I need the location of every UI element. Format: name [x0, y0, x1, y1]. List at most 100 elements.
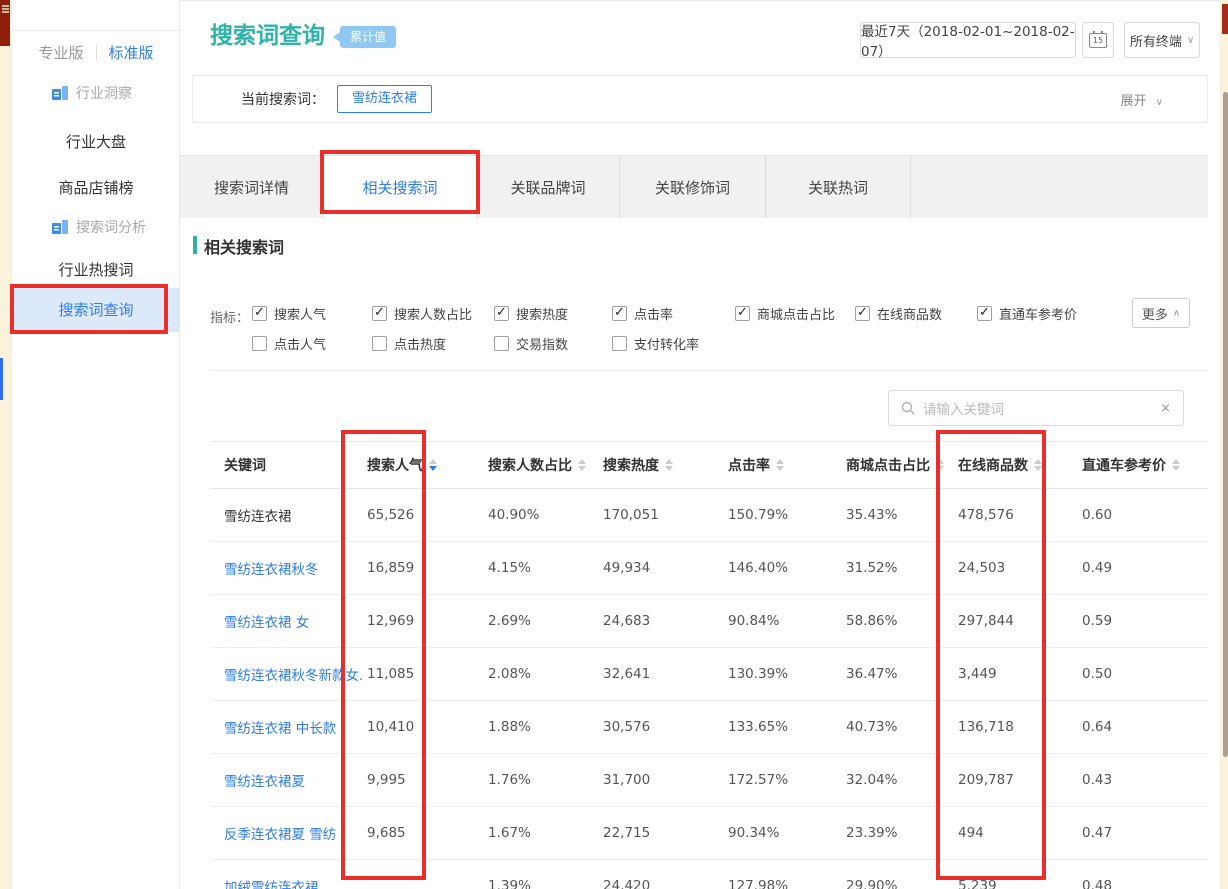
- sidebar-item-industry-hot-search[interactable]: 行业热搜词: [12, 259, 180, 280]
- keyword-link[interactable]: 反季连衣裙夏 雪纺: [224, 827, 336, 843]
- sort-arrows-icon[interactable]: [936, 459, 944, 471]
- version-tab-pro[interactable]: 专业版: [38, 42, 83, 63]
- metric-checkbox-ztc-reference-price[interactable]: ✓ 直通车参考价: [977, 304, 1077, 323]
- metric-checkbox-trade-index[interactable]: 交易指数: [494, 334, 568, 353]
- keyword-text: 雪纺连衣裙: [224, 509, 292, 525]
- cell-search-heat: 32,641: [600, 666, 725, 682]
- cell-click-rate: 90.34%: [725, 825, 843, 841]
- checkbox-unchecked-icon[interactable]: [494, 336, 509, 351]
- keyword-search-input[interactable]: 请输入关键词 ×: [888, 390, 1184, 426]
- left-red-corner: [0, 0, 10, 46]
- tab-related-brand-terms[interactable]: 关联品牌词: [477, 156, 620, 218]
- keyword-link[interactable]: 雪纺连衣裙秋冬: [224, 562, 319, 578]
- current-term-chip[interactable]: 雪纺连衣裙: [337, 85, 432, 113]
- column-header-online-products[interactable]: 在线商品数: [955, 455, 1079, 475]
- sidebar-group-industry-insight[interactable]: 行业洞察: [52, 83, 132, 103]
- column-header-keyword: 关键词: [210, 455, 364, 475]
- cell-search-popularity: 9,995: [364, 772, 485, 788]
- cell-mall-click-ratio: 35.43%: [843, 507, 955, 523]
- cell-online-products: 494: [955, 825, 1079, 841]
- checkbox-checked-icon[interactable]: ✓: [612, 306, 627, 321]
- version-tab-standard[interactable]: 标准版: [109, 42, 154, 63]
- chevron-up-icon: ∧: [1173, 308, 1180, 319]
- section-accent-bar: [193, 236, 197, 254]
- keyword-link[interactable]: 雪纺连衣裙 女: [224, 615, 309, 631]
- column-header-search-popularity[interactable]: 搜索人气: [364, 455, 485, 475]
- metric-checkbox-searcher-ratio[interactable]: ✓ 搜索人数占比: [372, 304, 472, 323]
- checkbox-unchecked-icon[interactable]: [372, 336, 387, 351]
- cell-mall-click-ratio: 36.47%: [843, 666, 955, 682]
- terminal-select[interactable]: 所有终端 ∨: [1124, 22, 1200, 58]
- version-switcher: 专业版 标准版: [12, 42, 180, 63]
- column-header-mall-click-ratio[interactable]: 商城点击占比: [843, 455, 955, 475]
- checkbox-checked-icon[interactable]: ✓: [252, 306, 267, 321]
- metric-checkbox-online-products[interactable]: ✓ 在线商品数: [855, 304, 942, 323]
- metric-checkbox-click-popularity[interactable]: 点击人气: [252, 334, 326, 353]
- metric-checkbox-click-heat[interactable]: 点击热度: [372, 334, 446, 353]
- cell-searcher-ratio: 2.69%: [485, 613, 600, 629]
- tab-related-modifier-terms[interactable]: 关联修饰词: [620, 156, 766, 218]
- checkbox-checked-icon[interactable]: ✓: [735, 306, 750, 321]
- sidebar-item-product-shop-rank[interactable]: 商品店铺榜: [12, 177, 180, 198]
- metric-checkbox-mall-click-ratio[interactable]: ✓ 商城点击占比: [735, 304, 835, 323]
- sidebar-item-industry-market[interactable]: 行业大盘: [12, 131, 180, 152]
- checkbox-unchecked-icon[interactable]: [252, 336, 267, 351]
- sidebar-group-search-analysis[interactable]: 搜索词分析: [52, 217, 146, 237]
- sort-arrows-icon[interactable]: [776, 459, 784, 471]
- cell-search-popularity: 12,969: [364, 613, 485, 629]
- checkbox-checked-icon[interactable]: ✓: [977, 306, 992, 321]
- column-header-click-rate[interactable]: 点击率: [725, 455, 843, 475]
- keyword-link[interactable]: 雪纺连衣裙 中长款: [224, 721, 336, 737]
- expand-link[interactable]: 展开 ∨: [1121, 90, 1163, 109]
- sidebar-item-search-term-query[interactable]: 搜索词查询: [12, 288, 180, 332]
- more-button[interactable]: 更多 ∧: [1132, 298, 1190, 328]
- cell-online-products: 24,503: [955, 560, 1079, 576]
- cell-search-popularity: 10,410: [364, 719, 485, 735]
- table-row: 雪纺连衣裙夏 9,995 1.76% 31,700 172.57% 32.04%…: [210, 754, 1208, 807]
- sort-arrows-icon[interactable]: [578, 459, 586, 471]
- vertical-scrollbar[interactable]: [1223, 92, 1228, 757]
- cell-ztc-reference-price: 0.59: [1079, 613, 1208, 629]
- date-range-picker[interactable]: 最近7天（2018-02-01~2018-02-07）: [860, 22, 1076, 58]
- checkbox-unchecked-icon[interactable]: [612, 336, 627, 351]
- calendar-button[interactable]: 15: [1082, 22, 1114, 58]
- hamburger-menu-icon[interactable]: [2, 5, 9, 7]
- metric-checkbox-search-heat[interactable]: ✓ 搜索热度: [494, 304, 568, 323]
- tab-search-term-detail[interactable]: 搜索词详情: [180, 156, 324, 218]
- cell-search-heat: 170,051: [600, 507, 725, 523]
- column-header-searcher-ratio[interactable]: 搜索人数占比: [485, 455, 600, 475]
- cell-searcher-ratio: 4.15%: [485, 560, 600, 576]
- keyword-link[interactable]: 雪纺连衣裙秋冬新款女...: [224, 668, 364, 684]
- table-row: 反季连衣裙夏 雪纺 9,685 1.67% 22,715 90.34% 23.3…: [210, 807, 1208, 860]
- cell-search-heat: 30,576: [600, 719, 725, 735]
- keyword-link[interactable]: 雪纺连衣裙夏: [224, 774, 305, 790]
- metric-checkbox-click-rate[interactable]: ✓ 点击率: [612, 304, 673, 323]
- keyword-link[interactable]: 加绒雪纺连衣裙: [224, 880, 319, 889]
- sort-arrows-icon[interactable]: [665, 459, 673, 471]
- tab-related-hot-terms[interactable]: 关联热词: [766, 156, 911, 218]
- checkbox-checked-icon[interactable]: ✓: [855, 306, 870, 321]
- metric-checkbox-payment-conversion[interactable]: 支付转化率: [612, 334, 699, 353]
- clear-icon[interactable]: ×: [1160, 401, 1171, 416]
- sort-arrows-icon[interactable]: [429, 459, 437, 471]
- cell-search-popularity: 65,526: [364, 507, 485, 523]
- checkbox-checked-icon[interactable]: ✓: [494, 306, 509, 321]
- table-row: 雪纺连衣裙秋冬新款女... 11,085 2.08% 32,641 130.39…: [210, 648, 1208, 701]
- tab-related-search-terms[interactable]: 相关搜索词: [324, 156, 477, 218]
- checkbox-checked-icon[interactable]: ✓: [372, 306, 387, 321]
- search-analysis-icon: [52, 220, 68, 234]
- cell-online-products: 478,576: [955, 507, 1079, 523]
- cell-click-rate: 133.65%: [725, 719, 843, 735]
- table-row: 雪纺连衣裙秋冬 16,859 4.15% 49,934 146.40% 31.5…: [210, 542, 1208, 595]
- metric-checkbox-search-popularity[interactable]: ✓ 搜索人气: [252, 304, 326, 323]
- sort-arrows-icon[interactable]: [1172, 459, 1180, 471]
- sort-arrows-icon[interactable]: [1034, 459, 1042, 471]
- cell-online-products: 5,239: [955, 878, 1079, 889]
- cell-mall-click-ratio: 40.73%: [843, 719, 955, 735]
- column-header-search-heat[interactable]: 搜索热度: [600, 455, 725, 475]
- search-icon: [901, 401, 915, 415]
- cell-online-products: 3,449: [955, 666, 1079, 682]
- column-header-ztc-reference-price[interactable]: 直通车参考价: [1079, 455, 1208, 475]
- top-divider: [0, 0, 1228, 1]
- current-term-label: 当前搜索词：: [241, 89, 325, 109]
